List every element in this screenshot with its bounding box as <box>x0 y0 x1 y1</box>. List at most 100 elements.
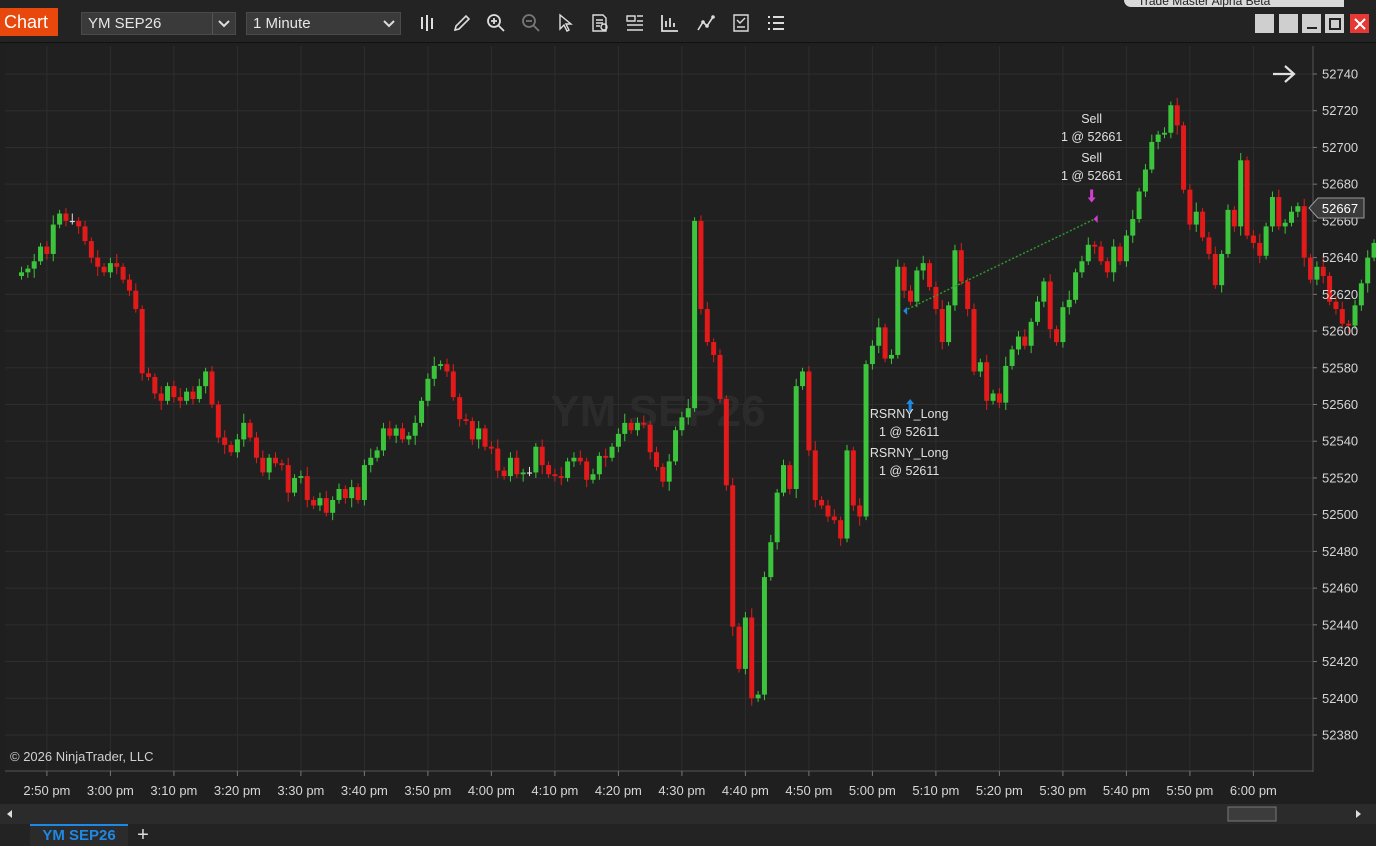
candle-body <box>311 499 317 506</box>
time-tick-label: 3:50 pm <box>404 783 451 798</box>
candle-body <box>831 516 837 521</box>
candle-body <box>1200 211 1206 238</box>
candle-body <box>558 476 564 478</box>
add-tab-button[interactable]: + <box>130 824 156 846</box>
candle-body <box>44 246 50 254</box>
candle-body <box>330 499 336 513</box>
candle-body <box>165 386 171 401</box>
interval-selector[interactable]: 1 Minute <box>246 12 401 35</box>
candle-body <box>241 422 247 440</box>
candle-body <box>1352 305 1358 326</box>
maximize-button[interactable] <box>1325 14 1344 33</box>
time-tick-label: 4:50 pm <box>785 783 832 798</box>
time-tick-label: 3:10 pm <box>150 783 197 798</box>
candle-body <box>736 626 742 669</box>
close-button[interactable] <box>1350 14 1369 33</box>
candle-body <box>1073 272 1079 300</box>
window-title: Trade Master Alpha Beta <box>1124 0 1344 7</box>
candle-body <box>25 268 31 273</box>
candle-body <box>184 391 190 401</box>
candle-body <box>876 327 882 346</box>
scroll-thumb[interactable] <box>1227 806 1277 822</box>
candle-body <box>539 446 545 466</box>
candle-body <box>622 422 628 434</box>
candle-body <box>819 499 825 506</box>
candle-body <box>603 455 609 458</box>
candle-body <box>285 465 291 493</box>
long-detail: 1 @ 52611 <box>879 464 939 478</box>
horizontal-scrollbar[interactable] <box>0 804 1376 824</box>
time-tick-label: 5:00 pm <box>849 783 896 798</box>
list-icon[interactable] <box>764 11 788 35</box>
candle-body <box>1035 301 1040 322</box>
candle-body <box>609 446 615 458</box>
minimize-button[interactable] <box>1302 14 1321 33</box>
candle-body <box>781 465 786 493</box>
candle-body <box>742 617 748 669</box>
chart-tab[interactable]: Chart <box>0 8 58 36</box>
tab-bar <box>0 824 1376 846</box>
candle-body <box>69 220 75 223</box>
candle-body <box>1269 197 1275 227</box>
tile-icon[interactable] <box>1255 14 1274 33</box>
candle-body <box>1339 309 1345 324</box>
candle-body <box>1187 189 1193 225</box>
candle-body <box>908 290 913 302</box>
candle-body <box>304 476 310 500</box>
candle-body <box>1320 266 1326 276</box>
pencil-icon[interactable] <box>450 11 474 35</box>
candle-body <box>31 261 37 269</box>
tile-icon[interactable] <box>1279 14 1298 33</box>
candle-body <box>1238 160 1244 227</box>
candle-body <box>253 437 259 458</box>
candle-body <box>615 433 621 447</box>
properties-icon[interactable] <box>623 11 647 35</box>
candle-body <box>101 266 107 273</box>
candle-body <box>1079 261 1085 273</box>
instrument-selector[interactable]: YM SEP26 <box>81 12 236 35</box>
candle-body <box>717 354 723 399</box>
time-tick-label: 3:40 pm <box>341 783 388 798</box>
candle-body <box>952 250 958 306</box>
time-tick-label: 3:20 pm <box>214 783 261 798</box>
candle-body <box>1301 206 1307 258</box>
candle-body <box>488 446 494 449</box>
time-tick-label: 5:30 pm <box>1039 783 1086 798</box>
chevron-down-icon[interactable] <box>212 13 235 34</box>
candle-body <box>641 422 647 425</box>
time-tick-label: 4:00 pm <box>468 783 515 798</box>
tab-instrument[interactable]: YM SEP26 <box>30 824 128 846</box>
zoom-in-icon[interactable] <box>484 11 508 35</box>
candle-body <box>1149 141 1155 170</box>
candle-body <box>190 391 196 399</box>
data-box-icon[interactable] <box>588 11 612 35</box>
sell-detail: 1 @ 52661 <box>1061 169 1122 183</box>
candle-body <box>380 428 386 451</box>
candle-body <box>634 422 640 431</box>
candle-body <box>1282 222 1288 227</box>
candle-body <box>107 263 113 273</box>
price-chart[interactable]: YM SEP26 Sell 1 @ 52661 Sell 1 @ 52661 RSRNY… <box>0 42 1376 804</box>
candle-body <box>450 371 456 398</box>
chevron-down-icon[interactable] <box>378 13 400 34</box>
candle-body <box>527 472 532 474</box>
templates-icon[interactable] <box>729 11 753 35</box>
candle-body <box>1244 160 1250 236</box>
indicators-icon[interactable] <box>658 11 682 35</box>
pointer-icon[interactable] <box>553 11 577 35</box>
candle-body <box>1289 211 1294 223</box>
time-axis[interactable]: 2:50 pm 3:00 pm 3:10 pm 3:20 pm 3:30 pm 3:40 … <box>5 770 1313 798</box>
candle-body <box>1231 209 1237 227</box>
candle-body <box>139 309 145 374</box>
price-tick-label: 52380 <box>1322 728 1358 743</box>
candle-body <box>914 270 920 302</box>
candle-body <box>1250 235 1256 243</box>
bar-type-icon[interactable] <box>416 11 440 35</box>
strategies-icon[interactable] <box>694 11 718 35</box>
zoom-out-icon[interactable] <box>519 11 543 35</box>
candle-body <box>120 266 126 280</box>
candle-body <box>1104 261 1110 273</box>
price-axis[interactable]: 52380 52400 52420 52440 52460 52480 52500 52520… <box>1312 46 1358 772</box>
candle-body <box>882 327 888 359</box>
candle-body <box>444 364 450 372</box>
